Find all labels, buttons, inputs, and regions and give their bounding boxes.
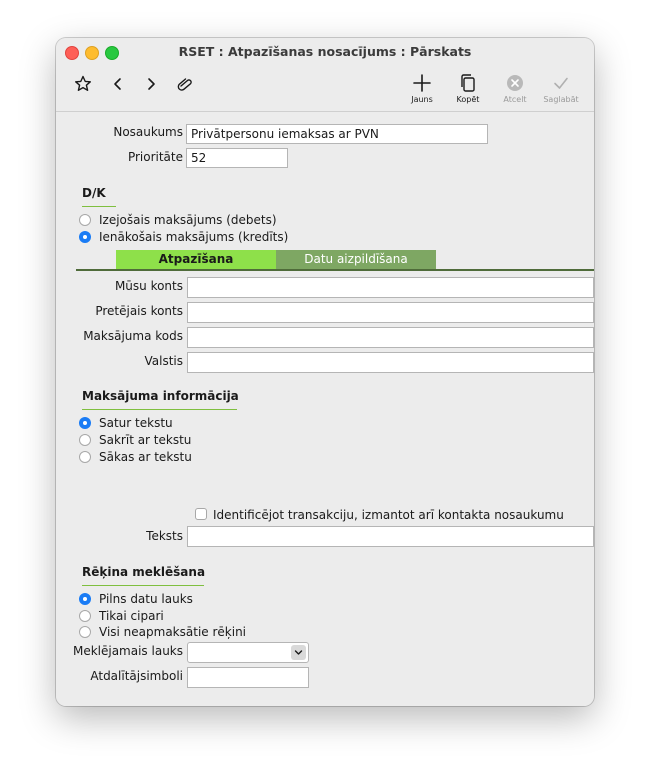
forward-chevron-icon[interactable] xyxy=(141,74,161,94)
priority-label: Prioritāte xyxy=(127,150,183,164)
payment-info-section-title: Maksājuma informācija xyxy=(82,389,239,410)
save-button-label: Saglabāt xyxy=(543,95,579,104)
countries-field[interactable] xyxy=(187,352,594,373)
select-chevron-icon[interactable] xyxy=(291,645,306,660)
radio-digits-only-indicator[interactable] xyxy=(79,610,91,622)
star-icon[interactable] xyxy=(73,74,93,94)
radio-all-unpaid-invoices-label: Visi neapmaksātie rēķini xyxy=(99,625,247,639)
radio-debit-label: Izejošais maksājums (debets) xyxy=(99,213,277,227)
payment-info-section-title-text: Maksājuma informācija xyxy=(82,389,239,403)
radio-contains-text-indicator[interactable] xyxy=(79,417,91,429)
radio-all-unpaid-invoices-indicator[interactable] xyxy=(79,626,91,638)
new-button-label: Jauns xyxy=(411,95,433,104)
use-contact-name-checkbox[interactable] xyxy=(195,508,207,520)
counter-account-field[interactable] xyxy=(187,302,594,323)
radio-digits-only-label: Tikai cipari xyxy=(99,609,164,623)
our-account-field[interactable] xyxy=(187,277,594,298)
checkmark-icon xyxy=(554,77,568,89)
radio-starts-with-text-label: Sākas ar tekstu xyxy=(99,450,192,464)
search-field-select[interactable] xyxy=(187,642,309,663)
name-label: Nosaukums xyxy=(113,125,183,139)
toolbar: Jauns Kopēt Atcelt Saglabāt xyxy=(56,65,594,112)
invoice-search-section-title: Rēķina meklēšana xyxy=(82,565,206,586)
radio-full-data-field-indicator[interactable] xyxy=(79,593,91,605)
title-bar: RSET : Atpazīšanas nosacījums : Pārskats xyxy=(56,38,594,65)
copy-button-label: Kopēt xyxy=(456,95,480,104)
radio-credit-label: Ienākošais maksājums (kredīts) xyxy=(99,230,289,244)
payment-code-label: Maksājuma kods xyxy=(83,329,183,343)
radio-credit-indicator[interactable] xyxy=(79,231,91,243)
countries-label: Valstis xyxy=(144,354,183,368)
cancel-circle-icon xyxy=(507,75,523,91)
use-contact-name-label: Identificējot transakciju, izmantot arī … xyxy=(213,508,564,522)
copy-button[interactable]: Kopēt xyxy=(446,72,490,104)
dk-section-underline xyxy=(82,206,116,207)
paperclip-icon[interactable] xyxy=(175,74,195,94)
invoice-search-section-underline xyxy=(82,585,204,586)
separators-label: Atdalītājsimboli xyxy=(90,669,183,683)
back-chevron-icon[interactable] xyxy=(108,74,128,94)
app-window: RSET : Atpazīšanas nosacījums : Pārskats… xyxy=(56,38,594,706)
save-button[interactable]: Saglabāt xyxy=(539,72,583,104)
text-label: Teksts xyxy=(146,529,183,543)
copy-icon xyxy=(461,74,475,92)
separators-field[interactable] xyxy=(187,667,309,688)
radio-starts-with-text-indicator[interactable] xyxy=(79,451,91,463)
radio-contains-text-label: Satur tekstu xyxy=(99,416,173,430)
tab-data-fill[interactable]: Datu aizpildīšana xyxy=(276,250,436,269)
window-title: RSET : Atpazīšanas nosacījums : Pārskats xyxy=(178,44,472,59)
payment-code-field[interactable] xyxy=(187,327,594,348)
counter-account-label: Pretējais konts xyxy=(95,304,183,318)
name-field[interactable]: Privātpersonu iemaksas ar PVN xyxy=(186,124,488,144)
text-field[interactable] xyxy=(187,526,594,547)
cancel-button-label: Atcelt xyxy=(503,95,527,104)
cancel-button[interactable]: Atcelt xyxy=(493,72,537,104)
invoice-search-section-title-text: Rēķina meklēšana xyxy=(82,565,206,579)
use-contact-name-label-row: Identificējot transakciju, izmantot arī … xyxy=(213,508,564,522)
radio-matches-text-label: Sakrīt ar tekstu xyxy=(99,433,192,447)
radio-full-data-field-label: Pilns datu lauks xyxy=(99,592,193,606)
radio-debit-indicator[interactable] xyxy=(79,214,91,226)
form-content: Nosaukums Privātpersonu iemaksas ar PVN … xyxy=(56,112,594,706)
dk-section-title: D/K xyxy=(82,186,116,207)
payment-info-section-underline xyxy=(82,409,237,410)
priority-field[interactable]: 52 xyxy=(186,148,288,168)
our-account-label: Mūsu konts xyxy=(114,279,183,293)
tab-divider xyxy=(76,269,594,271)
radio-matches-text-indicator[interactable] xyxy=(79,434,91,446)
new-button[interactable]: Jauns xyxy=(400,72,444,104)
dk-section-title-text: D/K xyxy=(82,186,106,200)
tab-recognition[interactable]: Atpazīšana xyxy=(116,250,276,269)
plus-icon xyxy=(413,74,431,92)
search-field-label: Meklējamais lauks xyxy=(72,644,183,658)
